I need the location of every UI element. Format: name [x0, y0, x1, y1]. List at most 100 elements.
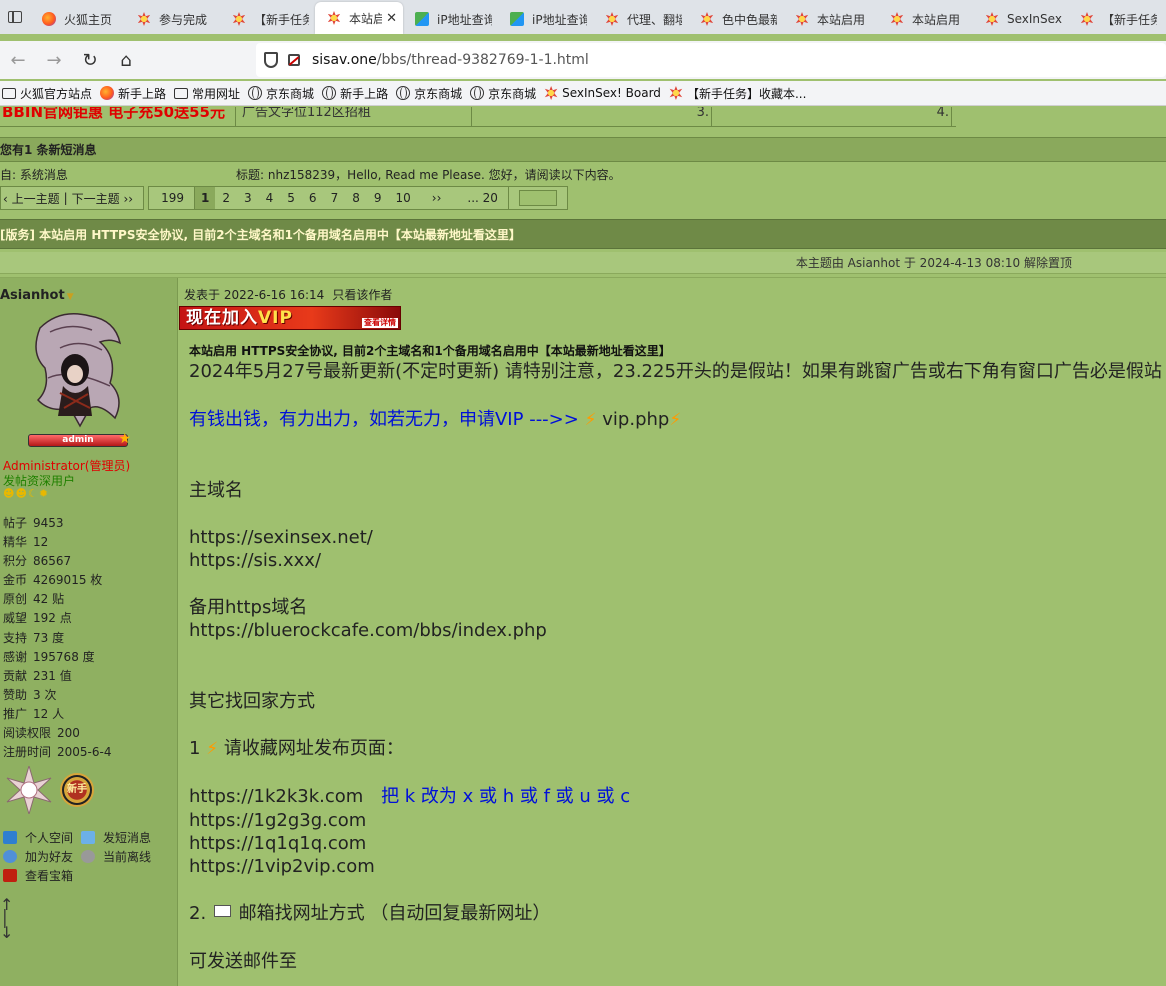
bookmark-item[interactable]: 新手上路 — [98, 85, 172, 102]
smiley-icon: ☻☻ — [3, 487, 28, 500]
close-tab-icon[interactable]: ✕ — [386, 11, 397, 26]
pager-page-link[interactable]: 4 — [259, 187, 281, 209]
author-name[interactable]: Asianhot ▼ — [0, 288, 74, 303]
home-button[interactable]: ⌂ — [108, 42, 144, 78]
flower-icon — [232, 12, 246, 26]
caret-down-icon: ▼ — [66, 292, 74, 302]
vip-appeal-link[interactable]: 有钱出钱，有力出力，如若无力，申请VIP --->> — [189, 409, 579, 430]
stat-row: 积分 86567 — [3, 552, 173, 571]
only-author-link[interactable]: 只看该作者 — [332, 288, 392, 302]
ip-lookup-icon — [415, 12, 429, 26]
bookmark-label: 常用网址 — [192, 86, 241, 101]
stat-label: 积分 — [3, 554, 28, 569]
mirror-link[interactable]: https://1q1q1q.com — [189, 832, 366, 855]
bookmark-item[interactable]: 新手上路 — [320, 85, 394, 102]
flower-icon — [795, 12, 809, 26]
prev-thread-link[interactable]: ‹ 上一主题 — [3, 190, 60, 207]
bookmark-item[interactable]: 火狐官方站点 — [0, 85, 98, 102]
bookmark-item[interactable]: 京东商城 — [394, 85, 468, 102]
mirror-link[interactable]: https://1k2k3k.com — [189, 786, 363, 807]
home-icon — [3, 831, 17, 844]
pager-next-link[interactable]: ›› — [425, 187, 456, 209]
insecure-lock-icon[interactable] — [288, 54, 300, 66]
tab[interactable]: 【新手任务 — [220, 4, 315, 34]
tracking-protection-shield-icon[interactable] — [264, 52, 278, 68]
domain-link[interactable]: https://sis.xxx/ — [189, 549, 321, 572]
tab[interactable]: 本站启用 — [878, 4, 973, 34]
tab[interactable]: 本站启用 — [783, 4, 878, 34]
thread-title-prefix[interactable]: [版务] — [0, 228, 35, 242]
tab[interactable]: iP地址查询 — [403, 4, 498, 34]
bookmark-item[interactable]: SexInSex! Board — [542, 86, 667, 100]
thread-pagination-row: ‹ 上一主题 | 下一主题 ›› 199 1 2 3 4 5 6 7 8 9 1… — [0, 185, 568, 211]
navigation-toolbar: ← → ↻ ⌂ sisav.one/bbs/thread-9382769-1-1… — [0, 41, 1166, 79]
pager-page-link[interactable]: 3 — [237, 187, 259, 209]
newbie-medal-icon[interactable]: 新手 — [60, 773, 94, 807]
pager: 199 1 2 3 4 5 6 7 8 9 10 ›› ... 20 — [148, 186, 568, 210]
mirror-hint: 把 k 改为 x 或 h 或 f 或 u 或 c — [381, 786, 631, 807]
ad-link-bbin[interactable]: BBIN官网钜惠 电子充50送55元 — [0, 107, 236, 127]
page-jump-input[interactable] — [518, 190, 557, 206]
post-date: 发表于 2022-6-16 16:14 — [184, 288, 325, 302]
pager-page-link[interactable]: 7 — [324, 187, 346, 209]
tab-list-menu-button[interactable] — [0, 0, 30, 34]
scroll-arrows-icon[interactable]: ↑ │ ↓ — [0, 897, 13, 941]
vip-banner[interactable]: 现在加入VIP 查看详情 — [179, 306, 401, 330]
pm-row[interactable]: 自: 系统消息 标题: nhz158239，Hello, Read me Ple… — [0, 166, 1166, 184]
address-bar[interactable]: sisav.one/bbs/thread-9382769-1-1.html — [256, 43, 1166, 77]
bookmark-item[interactable]: 京东商城 — [246, 85, 320, 102]
tab[interactable]: 火狐主页 — [30, 4, 125, 34]
domain-link[interactable]: https://sexinsex.net/ — [189, 526, 373, 549]
backup-domain-link[interactable]: https://bluerockcafe.com/bbs/index.php — [189, 619, 547, 642]
flower-icon — [700, 12, 714, 26]
main-domain-label: 主域名 — [189, 480, 243, 501]
author-avatar[interactable] — [30, 308, 128, 430]
pm-subject[interactable]: 标题: nhz158239，Hello, Read me Please. 您好，… — [236, 166, 621, 184]
mirror-link[interactable]: https://1g2g3g.com — [189, 809, 366, 832]
tab[interactable]: SexInSex — [973, 4, 1068, 34]
other-methods-label: 其它找回家方式 — [189, 691, 315, 712]
pager-last-link[interactable]: ... 20 — [455, 187, 509, 209]
medal-icon[interactable] — [5, 766, 53, 814]
treasure-chest-link[interactable]: 查看宝箱 — [3, 867, 81, 884]
reload-button[interactable]: ↻ — [72, 42, 108, 78]
vip-banner-vip: VIP — [258, 308, 293, 328]
pager-page-link[interactable]: 5 — [280, 187, 302, 209]
pager-page-link[interactable]: 6 — [302, 187, 324, 209]
tab[interactable]: 代理、翻墙 — [593, 4, 688, 34]
globe-icon — [322, 86, 337, 100]
add-friend-link[interactable]: 加为好友 — [3, 848, 81, 865]
post-content: 发表于 2022-6-16 16:14 只看该作者 现在加入VIP 查看详情 本站… — [179, 278, 1166, 986]
stat-label: 金币 — [3, 573, 28, 588]
forward-button[interactable]: → — [36, 42, 72, 78]
user-add-icon — [3, 850, 17, 863]
bookmark-item[interactable]: 常用网址 — [172, 85, 246, 102]
pager-page-link[interactable]: 8 — [345, 187, 367, 209]
tab[interactable]: 【新手任务 — [1068, 4, 1163, 34]
stat-row: 注册时间 2005-6-4 — [3, 743, 173, 762]
bookmark-item[interactable]: 京东商城 — [468, 85, 542, 102]
send-pm-link[interactable]: 发短消息 — [81, 829, 159, 846]
pager-page-link[interactable]: 2 — [215, 187, 237, 209]
tab[interactable]: iP地址查询 — [498, 4, 593, 34]
back-button[interactable]: ← — [0, 42, 36, 78]
vip-php-link[interactable]: vip.php — [602, 409, 669, 430]
flower-icon — [605, 12, 619, 26]
stat-label: 感谢 — [3, 649, 28, 664]
bookmark-item[interactable]: 【新手任务】收藏本... — [667, 85, 812, 102]
tab-active[interactable]: 本站启 ✕ — [315, 2, 403, 34]
pager-total: 199 — [149, 187, 195, 209]
ad-link-text[interactable]: 广告文字位112区招租 — [236, 107, 472, 127]
url-path: /bbs/thread-9382769-1-1.html — [376, 52, 589, 68]
firefox-icon — [100, 86, 115, 100]
next-thread-link[interactable]: 下一主题 ›› — [72, 190, 133, 207]
mirror-link[interactable]: https://1vip2vip.com — [189, 855, 375, 878]
admin-badge-label: admin — [62, 435, 94, 445]
new-pm-notice[interactable]: 您有1 条新短消息 — [0, 137, 1166, 162]
pager-page-link[interactable]: 9 — [367, 187, 389, 209]
personal-space-link[interactable]: 个人空间 — [3, 829, 81, 846]
pager-page-link[interactable]: 10 — [388, 187, 424, 209]
tab[interactable]: 参与完成 — [125, 4, 220, 34]
tab[interactable]: 色中色最新 — [688, 4, 783, 34]
stat-row: 威望 192 点 — [3, 609, 173, 628]
